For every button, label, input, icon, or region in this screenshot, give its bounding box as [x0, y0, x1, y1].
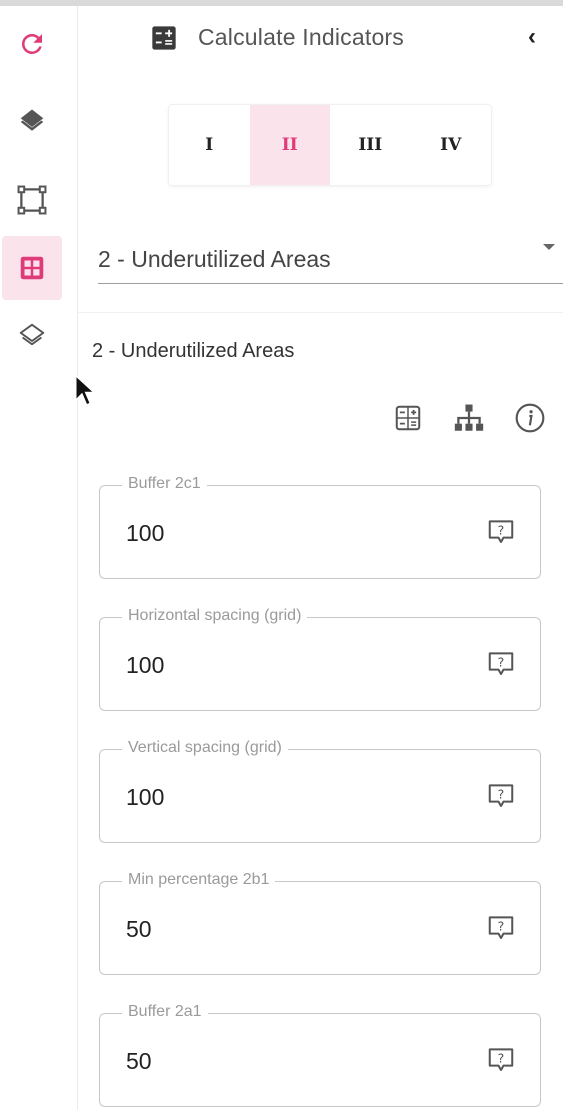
- chevron-left-icon: ‹: [528, 23, 536, 50]
- hierarchy-icon: [454, 404, 484, 431]
- svg-text:?: ?: [498, 919, 505, 934]
- panel-header: Calculate Indicators ‹: [78, 6, 563, 68]
- svg-text:?: ?: [498, 523, 505, 538]
- help-speech-icon: ?: [488, 520, 514, 543]
- help-button[interactable]: ?: [484, 780, 518, 812]
- field-label: Buffer 2c1: [122, 475, 207, 493]
- layers-button[interactable]: [2, 90, 62, 154]
- mouse-cursor-icon: [74, 374, 96, 406]
- layers-outline-icon: [19, 323, 45, 346]
- horizontal-spacing-field[interactable]: Horizontal spacing (grid) 100 ?: [99, 607, 541, 711]
- tab-i[interactable]: I: [169, 105, 250, 185]
- field-value[interactable]: 100: [126, 784, 164, 811]
- help-button[interactable]: ?: [484, 648, 518, 680]
- page-title: Calculate Indicators: [198, 24, 404, 50]
- min-percentage-2b1-field[interactable]: Min percentage 2b1 50 ?: [99, 871, 541, 975]
- calculator-icon: [152, 26, 176, 50]
- field-value[interactable]: 50: [126, 1048, 152, 1075]
- field-label: Vertical spacing (grid): [122, 739, 288, 757]
- tab-iii[interactable]: III: [330, 105, 411, 185]
- indicator-select[interactable]: 2 - Underutilized Areas: [98, 232, 563, 284]
- collapse-panel-button[interactable]: ‹: [518, 22, 546, 52]
- calculator-icon: [395, 405, 421, 431]
- svg-text:?: ?: [498, 655, 505, 670]
- indicator-group-tabs: I II III IV: [168, 104, 492, 186]
- section-title: 2 - Underutilized Areas: [92, 340, 295, 362]
- buffer-2a1-field[interactable]: Buffer 2a1 50 ?: [99, 1003, 541, 1107]
- help-speech-icon: ?: [488, 652, 514, 675]
- tab-iv[interactable]: IV: [411, 105, 492, 185]
- calculate-tool-button[interactable]: [390, 400, 426, 436]
- refresh-icon: [22, 34, 42, 54]
- info-icon: [515, 403, 545, 433]
- hierarchy-tool-button[interactable]: [451, 400, 487, 436]
- calculator-grid-icon: [20, 256, 44, 280]
- help-speech-icon: ?: [488, 916, 514, 939]
- buffer-2c1-field[interactable]: Buffer 2c1 100 ?: [99, 475, 541, 579]
- layers-outline-button[interactable]: [2, 304, 62, 368]
- field-label: Buffer 2a1: [122, 1003, 208, 1021]
- layers-filled-icon: [20, 109, 44, 131]
- help-speech-icon: ?: [488, 784, 514, 807]
- help-speech-icon: ?: [488, 1048, 514, 1071]
- help-button[interactable]: ?: [484, 1044, 518, 1076]
- field-value[interactable]: 100: [126, 652, 164, 679]
- divider: [78, 312, 563, 313]
- refresh-button[interactable]: [2, 12, 62, 76]
- polygon-select-icon: [17, 185, 47, 215]
- help-button[interactable]: ?: [484, 912, 518, 944]
- left-rail: [0, 6, 78, 1110]
- field-value[interactable]: 50: [126, 916, 152, 943]
- calculate-indicators-button[interactable]: [2, 236, 62, 300]
- help-button[interactable]: ?: [484, 516, 518, 548]
- svg-text:?: ?: [498, 787, 505, 802]
- field-label: Min percentage 2b1: [122, 871, 276, 889]
- info-tool-button[interactable]: [512, 400, 548, 436]
- tab-ii[interactable]: II: [249, 105, 330, 185]
- field-value[interactable]: 100: [126, 520, 164, 547]
- indicator-select-value: 2 - Underutilized Areas: [98, 246, 331, 272]
- field-label: Horizontal spacing (grid): [122, 607, 308, 625]
- polygon-select-button[interactable]: [2, 168, 62, 232]
- vertical-spacing-field[interactable]: Vertical spacing (grid) 100 ?: [99, 739, 541, 843]
- svg-text:?: ?: [498, 1051, 505, 1066]
- caret-down-icon: [543, 244, 555, 250]
